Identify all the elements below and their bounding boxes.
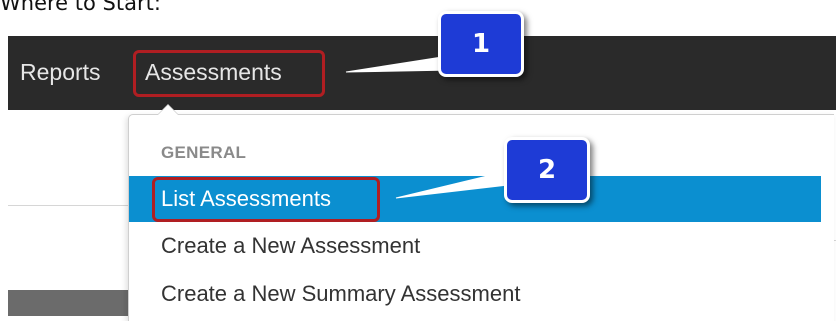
- page-background-strip: [8, 290, 130, 316]
- annotation-highlight-assessments: [133, 50, 325, 97]
- annotation-highlight-list-assessments: [152, 177, 380, 222]
- callout-step-2: 2: [504, 137, 590, 203]
- dropdown-caret: [157, 104, 179, 115]
- menu-item-create-assessment[interactable]: Create a New Assessment: [129, 223, 420, 269]
- page-heading: Where to Start:: [0, 0, 161, 15]
- page-divider: [8, 205, 130, 206]
- nav-item-reports[interactable]: Reports: [20, 59, 101, 86]
- dropdown-section-header: GENERAL: [161, 143, 247, 162]
- menu-item-create-summary-assessment[interactable]: Create a New Summary Assessment: [129, 271, 520, 317]
- callout-step-1: 1: [438, 11, 524, 77]
